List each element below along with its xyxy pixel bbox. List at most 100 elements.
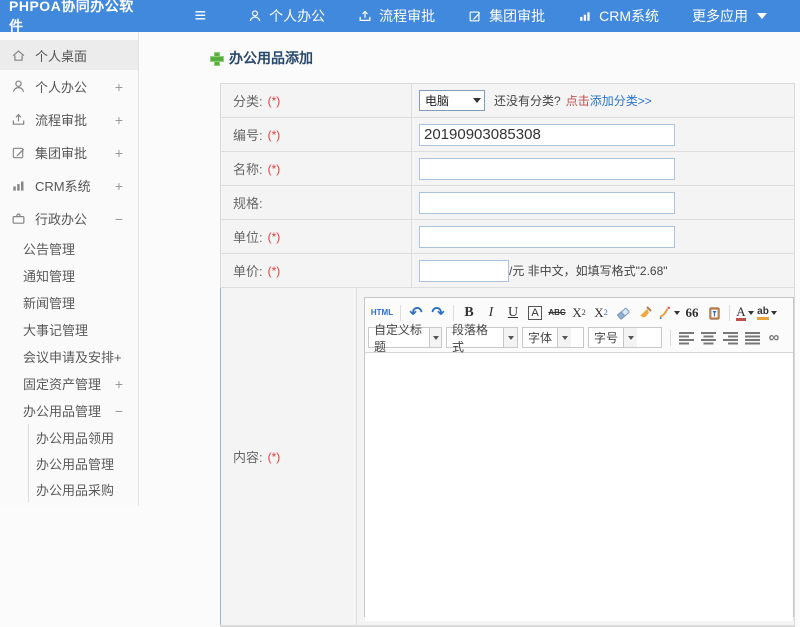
editor-toolbar-row2: 自定义标题 段落格式 字体 字号 ∞ xyxy=(368,323,790,354)
sidebar-item-label: 办公用品领用 xyxy=(36,430,115,446)
custom-title-select[interactable]: 自定义标题 xyxy=(368,323,442,354)
nav-process-approval[interactable]: 流程审批 xyxy=(358,6,435,26)
sidebar-item-supplies-manage[interactable]: 办公用品管理 xyxy=(29,450,138,476)
sidebar-item-personal-office[interactable]: 个人办公 + xyxy=(0,70,138,103)
sidebar-item-label: 会议申请及安排+ xyxy=(23,350,122,365)
sidebar-item-label: 个人桌面 xyxy=(35,48,88,64)
nav-more-apps[interactable]: 更多应用 xyxy=(692,6,767,26)
nav-label: 集团审批 xyxy=(489,8,546,24)
caret-down-icon xyxy=(770,310,777,315)
align-right-icon[interactable] xyxy=(720,328,740,348)
form-row-name: 名称: (*) xyxy=(221,152,794,186)
collapse-minus-icon: − xyxy=(114,210,123,227)
required-mark: (*) xyxy=(267,161,281,176)
add-category-link[interactable]: 添加分类>> xyxy=(590,92,652,109)
sidebar-item-memorabilia-mgmt[interactable]: 大事记管理 xyxy=(0,316,138,343)
caret-down-icon xyxy=(757,13,767,19)
expand-plus-icon: + xyxy=(114,78,123,95)
category-hint: 还没有分类? xyxy=(494,94,561,108)
page-title-text: 办公用品添加 xyxy=(229,50,313,66)
source-code-button[interactable]: HTML xyxy=(369,303,395,323)
required-mark: (*) xyxy=(267,263,281,278)
sidebar-item-process-approval[interactable]: 流程审批 + xyxy=(0,103,138,136)
subscript-button[interactable]: X2 xyxy=(591,303,611,323)
chevron-down-icon xyxy=(557,328,572,347)
align-center-icon[interactable] xyxy=(698,328,718,348)
link-icon[interactable]: ∞ xyxy=(764,328,784,348)
add-icon xyxy=(210,52,224,66)
sidebar: 个人桌面 个人办公 + 流程审批 + 集团审批 + CRM系统 + 行政办公 −… xyxy=(0,32,139,506)
chart-icon xyxy=(10,178,26,193)
paste-text-icon[interactable] xyxy=(704,303,724,323)
sidebar-item-group-approval[interactable]: 集团审批 + xyxy=(0,136,138,169)
sidebar-item-label: 个人办公 xyxy=(35,80,88,95)
app-logo: PHPOA协同办公软件 xyxy=(9,0,134,34)
unit-input[interactable] xyxy=(419,225,675,248)
nav-crm-system[interactable]: CRM系统 xyxy=(578,6,659,26)
edit-icon xyxy=(468,9,482,23)
redo-icon[interactable]: ↷ xyxy=(428,303,448,323)
form-row-content: 内容: (*) HTML ↶ ↷ B I U A ABC X 2 X 2 66 … xyxy=(220,288,794,626)
bold-button[interactable]: B xyxy=(459,303,479,323)
expand-plus-icon: + xyxy=(114,375,123,392)
editor-content-area[interactable] xyxy=(365,353,793,621)
format-brush-icon[interactable] xyxy=(635,303,655,323)
category-selected-value: 电脑 xyxy=(425,94,450,108)
add-category-link-click[interactable]: 点击 xyxy=(566,92,590,109)
nav-personal-office[interactable]: 个人办公 xyxy=(248,6,325,26)
sidebar-item-personal-desktop[interactable]: 个人桌面 xyxy=(0,40,138,70)
sidebar-item-announcement-mgmt[interactable]: 公告管理 xyxy=(0,235,138,262)
required-mark: (*) xyxy=(267,93,281,108)
font-border-button[interactable]: A xyxy=(525,303,545,323)
underline-button[interactable]: U xyxy=(503,303,523,323)
sidebar-item-office-supplies-mgmt[interactable]: 办公用品管理 − xyxy=(0,397,138,424)
superscript-button[interactable]: X2 xyxy=(569,303,589,323)
number-input[interactable] xyxy=(419,123,675,146)
italic-button[interactable]: I xyxy=(481,303,501,323)
nav-group-approval[interactable]: 集团审批 xyxy=(468,6,545,26)
sidebar-item-supplies-purchase[interactable]: 办公用品采购 xyxy=(29,476,138,502)
form-row-spec: 规格: xyxy=(221,186,794,220)
auto-typeset-icon[interactable] xyxy=(657,303,680,323)
font-size-select[interactable]: 字号 xyxy=(588,327,662,348)
toolbar-divider xyxy=(453,304,454,321)
caret-down-icon xyxy=(747,310,754,315)
blockquote-button[interactable]: 66 xyxy=(682,303,702,323)
align-justify-icon[interactable] xyxy=(742,328,762,348)
undo-icon[interactable]: ↶ xyxy=(406,303,426,323)
field-label: 规格: xyxy=(233,196,263,211)
font-family-select[interactable]: 字体 xyxy=(522,327,584,348)
sidebar-item-supplies-claim[interactable]: 办公用品领用 xyxy=(29,424,138,450)
sidebar-item-news-mgmt[interactable]: 新闻管理 xyxy=(0,289,138,316)
spec-input[interactable] xyxy=(419,191,675,214)
sidebar-item-label: 办公用品管理 xyxy=(23,404,102,419)
toolbar-divider xyxy=(670,329,671,346)
menu-icon[interactable]: ≡ xyxy=(194,6,206,26)
field-label: 名称: xyxy=(233,162,263,177)
edit-icon xyxy=(10,145,26,160)
form-row-number: 编号: (*) xyxy=(221,118,794,152)
user-icon xyxy=(10,79,26,94)
flow-icon xyxy=(10,112,26,127)
category-select[interactable]: 电脑 xyxy=(419,90,485,111)
sidebar-item-admin-office[interactable]: 行政办公 − xyxy=(0,202,138,235)
strikethrough-button[interactable]: ABC xyxy=(547,303,567,323)
align-left-icon[interactable] xyxy=(676,328,696,348)
highlight-color-button[interactable]: ab xyxy=(757,303,777,323)
eraser-icon[interactable] xyxy=(613,303,633,323)
sidebar-item-meeting-mgmt[interactable]: 会议申请及安排+ xyxy=(0,343,138,370)
sidebar-item-crm-system[interactable]: CRM系统 + xyxy=(0,169,138,202)
sidebar-item-fixed-assets-mgmt[interactable]: 固定资产管理 + xyxy=(0,370,138,397)
top-nav: 个人办公 流程审批 集团审批 CRM系统 更多应用 xyxy=(248,6,800,26)
sidebar-item-label: 办公用品管理 xyxy=(36,456,115,472)
sidebar-item-label: 流程审批 xyxy=(35,113,88,128)
required-mark: (*) xyxy=(267,127,281,142)
price-input[interactable] xyxy=(419,259,509,282)
paragraph-format-select[interactable]: 段落格式 xyxy=(446,323,518,354)
font-color-button[interactable]: A xyxy=(735,303,755,323)
name-input[interactable] xyxy=(419,157,675,180)
sidebar-item-label: CRM系统 xyxy=(35,179,91,194)
sidebar-item-notice-mgmt[interactable]: 通知管理 xyxy=(0,262,138,289)
nav-label: 流程审批 xyxy=(379,8,436,24)
sidebar-item-label: 大事记管理 xyxy=(23,323,89,338)
